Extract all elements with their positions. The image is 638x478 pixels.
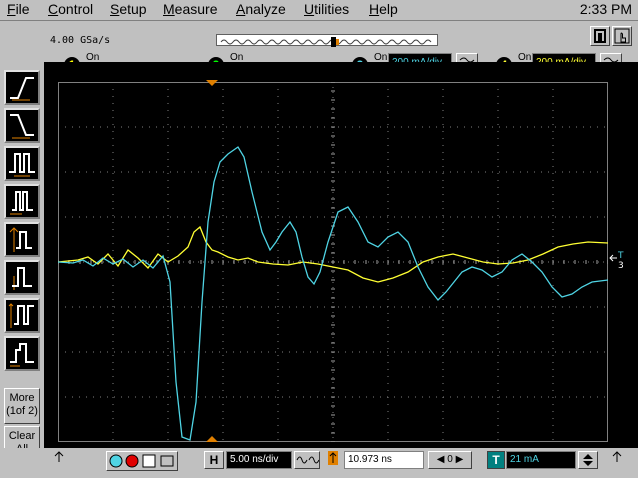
clear-label: Clear (8, 430, 36, 442)
left-toolbar: More (1of 2) Clear All (0, 62, 44, 472)
trigger-level-stepper[interactable] (578, 451, 598, 469)
horizontal-button[interactable]: H (204, 451, 224, 469)
more-button[interactable]: More (1of 2) (4, 388, 40, 424)
marker-edge-icon (9, 227, 32, 252)
touch-mode-button[interactable] (612, 26, 632, 46)
pulse-count-icon (10, 191, 33, 215)
delay-reference-arrow-icon[interactable] (328, 451, 338, 465)
marker-period-icon (8, 303, 34, 328)
menu-file[interactable]: File (7, 1, 30, 17)
menu-utilities[interactable]: Utilities (304, 1, 349, 17)
channel-3-trace (58, 146, 608, 441)
up-down-arrows-icon (583, 454, 593, 466)
pulse-width-icon (9, 153, 35, 177)
right-arrow-icon[interactable]: ▶ (456, 454, 464, 465)
acquisition-icons (109, 454, 174, 468)
falling-edge-icon (10, 114, 34, 139)
delay-zero-value[interactable]: 0 (447, 454, 453, 465)
menu-help[interactable]: Help (369, 1, 398, 17)
trigger-level-marker[interactable]: T 3 (608, 248, 628, 270)
graticule (58, 82, 608, 442)
sample-rate: 4.00 GSa/s (50, 35, 111, 46)
delay-field[interactable]: 10.973 ns (344, 451, 424, 469)
delay-marker-bottom[interactable] (206, 436, 218, 442)
hand-pointer-icon (614, 28, 630, 44)
marker-delay-icon (10, 343, 34, 367)
delay-stepper[interactable]: ◀ 0 ▶ (428, 451, 472, 469)
waveform-overview-icon (220, 37, 432, 47)
scroll-up-arrow-icon[interactable] (54, 451, 64, 463)
window-mode-button[interactable] (590, 26, 610, 46)
more-label: More (9, 392, 35, 404)
marker-3-button[interactable] (4, 298, 40, 333)
svg-text:T: T (617, 251, 624, 261)
menu-setup[interactable]: Setup (110, 1, 147, 17)
marker-1-button[interactable] (4, 222, 40, 257)
delay-indicator-strip[interactable] (216, 34, 438, 47)
rising-edge-trigger-button[interactable] (4, 70, 40, 105)
trigger-button[interactable]: T (487, 451, 505, 469)
scroll-up-arrow-icon[interactable] (612, 451, 622, 463)
rising-edge-icon (10, 77, 34, 101)
timebase-adjust-button[interactable] (294, 451, 320, 469)
falling-edge-trigger-button[interactable] (4, 108, 40, 143)
delay-marker-top[interactable] (206, 80, 218, 86)
pulse-width-button[interactable] (4, 146, 40, 181)
window-icon (594, 29, 606, 43)
timebase-field[interactable]: 5.00 ns/div (226, 451, 292, 469)
menu-bar: File Control Setup Measure Analyze Utili… (0, 0, 638, 20)
marker-4-button[interactable] (4, 336, 40, 371)
menu-measure[interactable]: Measure (163, 1, 217, 17)
marker-rise-icon (12, 267, 32, 290)
more-page-label: (1of 2) (6, 405, 38, 417)
menu-control[interactable]: Control (48, 1, 93, 17)
menu-divider (0, 20, 638, 21)
left-arrow-icon[interactable]: ◀ (437, 454, 445, 465)
menu-analyze[interactable]: Analyze (236, 1, 286, 17)
trigger-level-field[interactable]: 21 mA (506, 451, 576, 469)
waveform-icon (296, 456, 320, 464)
acquisition-controls (106, 451, 178, 471)
pulse-count-button[interactable] (4, 184, 40, 219)
svg-text:3: 3 (618, 261, 624, 270)
clock: 2:33 PM (579, 1, 632, 17)
marker-2-button[interactable] (4, 260, 40, 295)
